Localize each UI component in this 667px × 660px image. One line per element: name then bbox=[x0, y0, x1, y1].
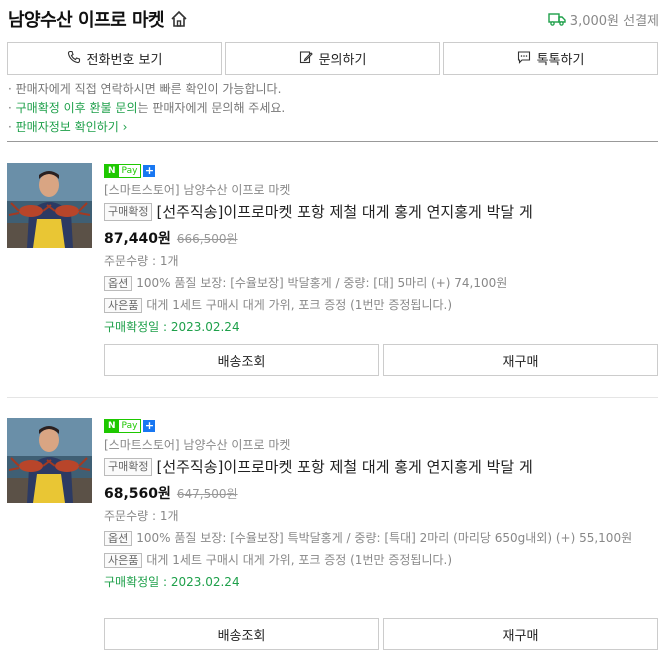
truck-icon bbox=[548, 12, 566, 26]
sale-price: 87,440원 bbox=[104, 231, 171, 247]
original-price: 666,500원 bbox=[176, 232, 238, 246]
store-header: 남양수산 이프로 마켓 3,000원 선결제 bbox=[8, 6, 659, 32]
gift-text: 대게 1세트 구매시 대게 가위, 포크 증정 (1번만 증정됩니다.) bbox=[146, 298, 453, 312]
notice-contact: · 판매자에게 직접 연락하시면 빠른 확인이 가능합니다. bbox=[8, 82, 282, 96]
store-name[interactable]: 남양수산 이프로 마켓 bbox=[8, 6, 165, 32]
product-title[interactable]: [선주직송]이프로마켓 포항 제철 대게 홍게 연지홍게 박달 게 bbox=[156, 457, 532, 477]
talktalk-button[interactable]: 톡톡하기 bbox=[443, 42, 658, 75]
seller-name[interactable]: [스마트스토어] 남양수산 이프로 마켓 bbox=[104, 182, 658, 198]
store-title[interactable]: 남양수산 이프로 마켓 bbox=[8, 6, 188, 32]
payment-badges: N Pay + bbox=[104, 163, 658, 179]
product-title-row[interactable]: 구매확정 [선주직송]이프로마켓 포항 제철 대게 홍게 연지홍게 박달 게 bbox=[104, 457, 658, 477]
npay-badge: N Pay bbox=[104, 419, 142, 433]
product-title-row[interactable]: 구매확정 [선주직송]이프로마켓 포항 제철 대게 홍게 연지홍게 박달 게 bbox=[104, 202, 658, 222]
track-delivery-button[interactable]: 배송조회 bbox=[104, 618, 379, 650]
price-row: 87,440원 666,500원 bbox=[104, 229, 658, 249]
notice-refund: · 구매확정 이후 환불 문의는 판매자에게 문의해 주세요. bbox=[8, 101, 286, 115]
talktalk-label: 톡톡하기 bbox=[536, 53, 585, 68]
edit-icon bbox=[299, 50, 313, 68]
option-text: 100% 품질 보장: [수율보장] 특박달홍게 / 중량: [특대] 2마리 … bbox=[136, 531, 633, 545]
shipping-fee: 3,000원 선결제 bbox=[569, 13, 659, 29]
order-info: N Pay + [스마트스토어] 남양수산 이프로 마켓 구매확정 [선주직송]이… bbox=[104, 163, 658, 337]
confirm-date: 구매확정일 : 2023.02.24 bbox=[104, 575, 240, 589]
notice-refund-text: 는 판매자에게 문의해 주세요. bbox=[137, 101, 286, 115]
rebuy-button[interactable]: 재구매 bbox=[383, 344, 658, 376]
order-option: 옵션 100% 품질 보장: [수율보장] 특박달홍게 / 중량: [특대] 2마… bbox=[104, 529, 658, 548]
npay-badge: N Pay bbox=[104, 164, 142, 178]
seller-name[interactable]: [스마트스토어] 남양수산 이프로 마켓 bbox=[104, 437, 658, 453]
product-thumbnail[interactable] bbox=[7, 418, 92, 503]
price-row: 68,560원 647,500원 bbox=[104, 484, 658, 504]
track-delivery-button[interactable]: 배송조회 bbox=[104, 344, 379, 376]
confirm-date: 구매확정일 : 2023.02.24 bbox=[104, 320, 240, 334]
product-thumbnail[interactable] bbox=[7, 163, 92, 248]
order-gift: 사은품 대게 1세트 구매시 대게 가위, 포크 증정 (1번만 증정됩니다.) bbox=[104, 551, 658, 570]
order-quantity: 주문수량 : 1개 bbox=[104, 254, 179, 268]
seller-notices: · 판매자에게 직접 연락하시면 빠른 확인이 가능합니다. · 구매확정 이후… bbox=[8, 80, 659, 137]
gift-text: 대게 1세트 구매시 대게 가위, 포크 증정 (1번만 증정됩니다.) bbox=[146, 553, 453, 567]
original-price: 647,500원 bbox=[176, 487, 238, 501]
npay-n: N bbox=[105, 420, 119, 432]
notice-seller-info: · 판매자정보 확인하기 › bbox=[8, 120, 128, 134]
notice-refund-highlight: 구매확정 이후 환불 문의 bbox=[15, 101, 138, 115]
gift-tag: 사은품 bbox=[104, 298, 143, 313]
shipping-info: 3,000원 선결제 bbox=[548, 10, 659, 29]
contact-actions: 전화번호 보기 문의하기 톡톡하기 bbox=[7, 42, 658, 75]
chat-icon bbox=[517, 50, 531, 68]
option-text: 100% 품질 보장: [수율보장] 박달홍게 / 중량: [대] 5마리 (+… bbox=[136, 276, 508, 290]
order-option: 옵션 100% 품질 보장: [수율보장] 박달홍게 / 중량: [대] 5마리 … bbox=[104, 274, 658, 293]
product-title[interactable]: [선주직송]이프로마켓 포항 제철 대게 홍게 연지홍게 박달 게 bbox=[156, 202, 532, 222]
order-gift: 사은품 대게 1세트 구매시 대게 가위, 포크 증정 (1번만 증정됩니다.) bbox=[104, 296, 658, 315]
order-separator bbox=[7, 397, 658, 398]
status-badge: 구매확정 bbox=[104, 203, 153, 221]
npay-pay: Pay bbox=[121, 166, 138, 176]
order-info: N Pay + [스마트스토어] 남양수산 이프로 마켓 구매확정 [선주직송]이… bbox=[104, 418, 658, 592]
seller-info-link[interactable]: 판매자정보 확인하기 › bbox=[16, 120, 128, 134]
npay-plus-icon: + bbox=[143, 164, 156, 177]
phone-number-button[interactable]: 전화번호 보기 bbox=[7, 42, 222, 75]
phone-icon bbox=[67, 50, 81, 68]
phone-number-label: 전화번호 보기 bbox=[86, 53, 163, 68]
order-button-row: 배송조회 재구매 bbox=[104, 618, 658, 650]
payment-badges: N Pay + bbox=[104, 418, 658, 434]
home-icon[interactable] bbox=[170, 10, 188, 28]
order-button-row: 배송조회 재구매 bbox=[104, 344, 658, 376]
gift-tag: 사은품 bbox=[104, 553, 143, 568]
inquiry-button[interactable]: 문의하기 bbox=[225, 42, 440, 75]
status-badge: 구매확정 bbox=[104, 458, 153, 476]
option-tag: 옵션 bbox=[104, 531, 133, 546]
section-divider bbox=[7, 141, 658, 142]
sale-price: 68,560원 bbox=[104, 486, 171, 502]
option-tag: 옵션 bbox=[104, 276, 133, 291]
npay-plus-icon: + bbox=[143, 419, 156, 432]
notice-contact-text: 판매자에게 직접 연락하시면 빠른 확인이 가능합니다. bbox=[15, 82, 282, 96]
inquiry-label: 문의하기 bbox=[318, 53, 367, 68]
npay-pay: Pay bbox=[121, 421, 138, 431]
npay-n: N bbox=[105, 165, 119, 177]
rebuy-button[interactable]: 재구매 bbox=[383, 618, 658, 650]
order-quantity: 주문수량 : 1개 bbox=[104, 509, 179, 523]
